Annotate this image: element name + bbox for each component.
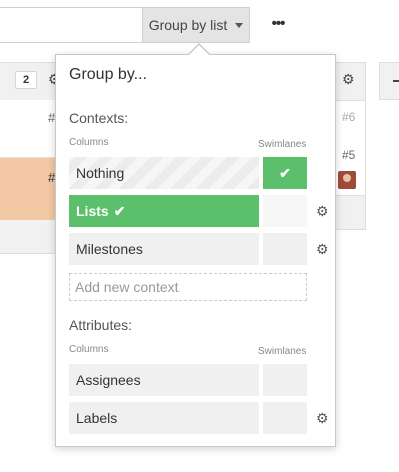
highlighted-card[interactable] xyxy=(0,158,56,220)
columns-label: Columns xyxy=(69,344,109,355)
minus-icon[interactable] xyxy=(393,80,399,82)
gear-icon[interactable]: ⚙ xyxy=(342,71,355,88)
search-input[interactable] xyxy=(0,7,143,43)
more-options-button[interactable]: ••• xyxy=(263,14,293,34)
gear-icon[interactable]: ⚙ xyxy=(316,241,329,258)
columns-label: Columns xyxy=(69,137,109,148)
popover-title: Group by... xyxy=(69,66,147,83)
context-option-label: Nothing xyxy=(76,165,125,181)
swimlane-toggle-milestones[interactable] xyxy=(263,233,307,265)
swimlane-toggle-lists[interactable] xyxy=(263,195,307,227)
contexts-heading: Contexts: xyxy=(69,110,129,126)
caret-down-icon xyxy=(235,22,244,28)
swimlanes-label: Swimlanes xyxy=(258,346,307,357)
swimlane-toggle-assignees[interactable] xyxy=(263,364,307,396)
gear-icon[interactable]: ⚙ xyxy=(316,203,329,220)
card-ref: #6 xyxy=(342,110,356,124)
add-context-placeholder: Add new context xyxy=(75,279,179,295)
popover-arrow-fill xyxy=(189,45,209,55)
gear-icon[interactable]: ⚙ xyxy=(316,410,329,427)
context-option-label: Milestones xyxy=(76,241,143,257)
attribute-option-assignees[interactable]: Assignees xyxy=(69,364,259,396)
group-by-button[interactable]: Group by list xyxy=(142,7,250,43)
attributes-heading: Attributes: xyxy=(69,317,133,333)
attribute-option-label: Assignees xyxy=(76,372,141,388)
avatar[interactable] xyxy=(338,171,356,189)
check-icon: ✔ xyxy=(279,164,291,181)
swimlane-toggle-labels[interactable] xyxy=(263,402,307,434)
attribute-option-labels[interactable]: Labels xyxy=(69,402,259,434)
column-count-badge: 2 xyxy=(15,71,37,89)
add-context-input[interactable]: Add new context xyxy=(69,273,307,301)
swimlane-toggle-nothing[interactable]: ✔ xyxy=(263,157,307,189)
swimlanes-label: Swimlanes xyxy=(258,139,307,150)
context-option-lists[interactable]: Lists ✔ xyxy=(69,195,259,227)
card-row[interactable] xyxy=(0,100,56,158)
group-by-label: Group by list xyxy=(148,17,228,33)
attribute-option-label: Labels xyxy=(76,410,118,426)
context-option-label: Lists xyxy=(76,203,109,219)
context-option-nothing[interactable]: Nothing xyxy=(69,157,259,189)
card-ref: #5 xyxy=(342,148,356,162)
check-icon: ✔ xyxy=(113,202,126,219)
context-option-milestones[interactable]: Milestones xyxy=(69,233,259,265)
